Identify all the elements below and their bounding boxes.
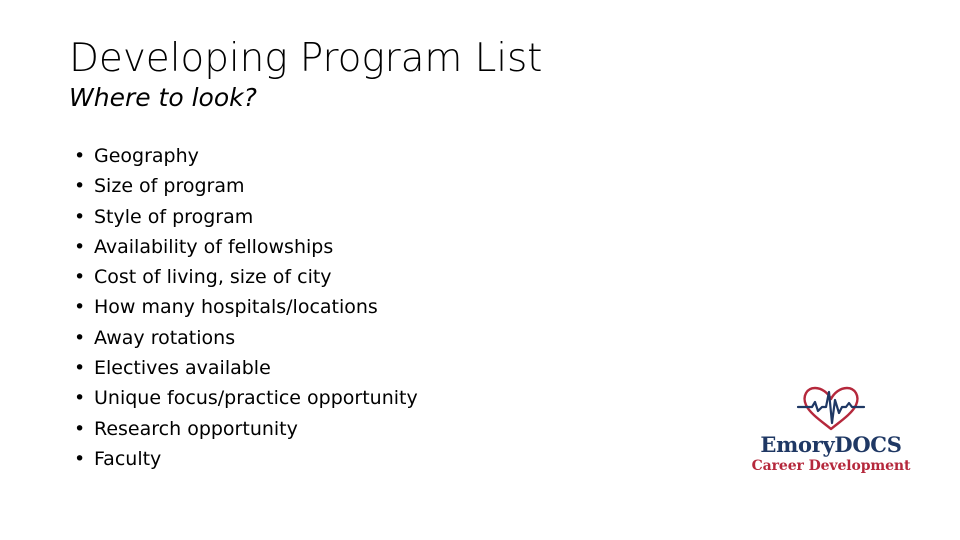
list-item-label: Electives available [94,357,271,380]
list-item-label: Style of program [94,205,254,228]
bullet-point-icon: • [74,417,86,440]
bullet-list: • Geography • Size of program • Style of… [71,141,711,474]
list-item-label: Size of program [94,175,245,198]
bullet-point-icon: • [74,175,86,198]
list-item: • Size of program [71,171,711,201]
bullet-point-icon: • [74,447,86,470]
list-item: • Research opportunity [71,414,711,444]
emorydocs-logo: EmoryDOCS Career Development [748,383,914,479]
list-item-label: Away rotations [94,326,236,349]
title-block: Developing Program List Where to look? [69,36,769,113]
bullet-point-icon: • [74,357,86,380]
logo-wordmark: EmoryDOCS [760,432,902,457]
slide-canvas: Developing Program List Where to look? •… [0,0,960,540]
bullet-point-icon: • [74,205,86,228]
list-item: • Cost of living, size of city [71,262,711,292]
list-item: • Electives available [71,353,711,383]
list-item-label: Availability of fellowships [94,235,334,258]
bullet-point-icon: • [74,145,86,167]
heart-ekg-icon [796,386,866,431]
list-item-label: How many hospitals/locations [94,296,378,319]
bullet-point-icon: • [74,296,86,319]
logo-tagline: Career Development [751,458,911,475]
page-subtitle: Where to look? [69,83,257,113]
list-item: • Geography [71,141,711,171]
list-item: • Faculty [71,444,711,474]
list-item-label: Cost of living, size of city [94,266,332,289]
list-item: • Availability of fellowships [71,232,711,262]
bullet-point-icon: • [74,266,86,289]
bullet-point-icon: • [74,326,86,349]
list-item: • Style of program [71,202,711,232]
list-item-label: Unique focus/practice opportunity [94,387,418,410]
list-item-label: Geography [94,145,199,167]
bullet-point-icon: • [74,235,86,258]
list-item: • How many hospitals/locations [71,292,711,322]
page-title: Developing Program List [69,36,543,81]
list-item-label: Faculty [94,447,162,470]
bullet-point-icon: • [74,387,86,410]
list-item: • Unique focus/practice opportunity [71,383,711,413]
list-item: • Away rotations [71,323,711,353]
list-item-label: Research opportunity [94,417,298,440]
